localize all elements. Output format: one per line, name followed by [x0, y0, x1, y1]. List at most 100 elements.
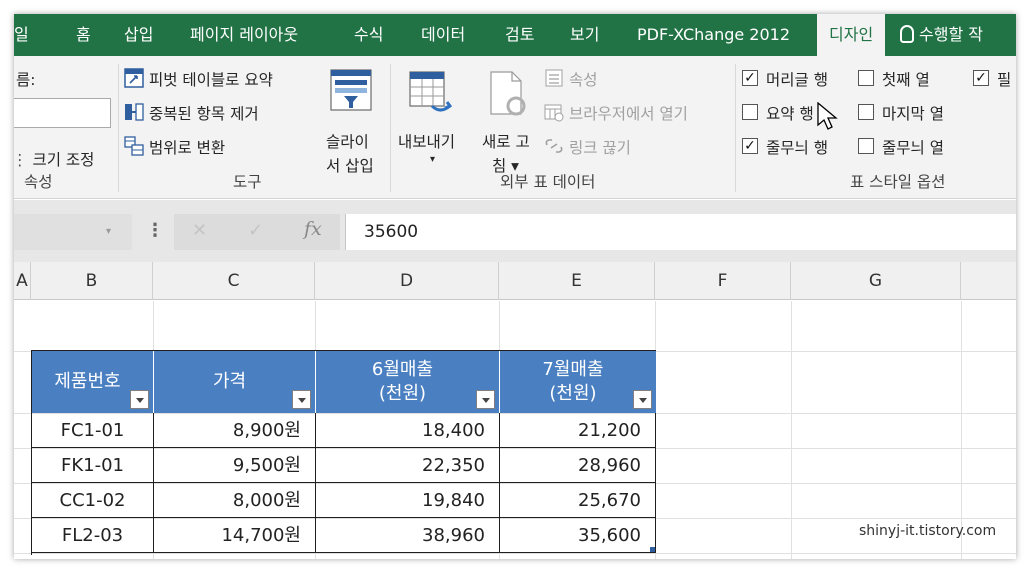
table-name-label: 름: [16, 71, 36, 89]
table-cell[interactable]: FK1-01 [32, 448, 154, 483]
table-header-july-sales[interactable]: 7월매출 (천원) [500, 351, 656, 413]
style-options-group-label: 표 스타일 옵션 [850, 173, 946, 191]
column-header-a[interactable]: A [14, 262, 31, 300]
name-box[interactable]: ▾ [14, 214, 132, 250]
group-divider [118, 64, 119, 192]
table-cell[interactable]: 22,350 [316, 448, 500, 483]
column-header-c[interactable]: C [153, 262, 315, 300]
table-header-price-label: 가격 [212, 371, 247, 392]
filter-dropdown-icon[interactable] [130, 390, 149, 409]
table-cell[interactable]: 28,960 [500, 448, 656, 483]
banded-columns-label: 줄무늬 열 [882, 139, 944, 157]
formula-bar-area: ▾ ⋮ ✕ ✓ fx 35600 [14, 200, 1016, 262]
column-header-d[interactable]: D [315, 262, 499, 300]
resize-table-label: 크기 조정 [32, 151, 95, 169]
filter-button-label: 필 [997, 71, 1012, 89]
unlink-button[interactable]: 링크 끊기 [544, 136, 631, 158]
first-column-checkbox[interactable] [858, 70, 874, 86]
refresh-label-line1: 새로 고 [482, 133, 530, 151]
slicer-label-line2: 서 삽입 [326, 157, 374, 175]
remove-duplicates-icon [125, 103, 144, 121]
insert-function-icon[interactable]: fx [304, 218, 322, 240]
refresh-button[interactable]: 새로 고 침 ▾ [482, 66, 538, 181]
table-header-price[interactable]: 가격 [154, 351, 316, 413]
tab-pdf-xchange[interactable]: PDF-XChange 2012 [637, 14, 790, 56]
table-resize-handle[interactable] [650, 547, 655, 552]
worksheet-grid[interactable]: 제품번호 가격 6월매출 (천원) 7월매출 (천원) FC1-01 8,900… [14, 301, 1016, 559]
header-row-label: 머리글 행 [766, 71, 828, 89]
tab-insert[interactable]: 삽입 [124, 14, 153, 56]
insert-slicer-button[interactable]: 슬라이 서 삽입 [326, 68, 382, 178]
table-properties-label: 속성 [568, 71, 598, 89]
open-in-browser-button[interactable]: 브라우저에서 열기 [544, 102, 688, 124]
summarize-pivot-button[interactable]: 피벗 테이블로 요약 [124, 68, 273, 90]
refresh-icon [490, 71, 526, 116]
properties-icon [545, 69, 563, 87]
table-cell[interactable]: 35,600 [500, 518, 656, 553]
formula-bar-grip-icon[interactable]: ⋮ [146, 220, 164, 241]
summarize-pivot-label: 피벗 테이블로 요약 [148, 71, 273, 89]
unlink-icon [545, 139, 563, 153]
header-row-checkbox[interactable]: ✓ [742, 70, 758, 86]
unlink-label: 링크 끊기 [568, 139, 631, 157]
convert-range-button[interactable]: 범위로 변환 [124, 136, 225, 158]
filter-button-checkbox[interactable]: ✓ [973, 70, 989, 86]
column-header-f[interactable]: F [655, 262, 791, 300]
slicer-label-line1: 슬라이 [326, 133, 369, 151]
last-column-label: 마지막 열 [882, 105, 944, 123]
tab-formulas[interactable]: 수식 [354, 14, 383, 56]
banded-rows-checkbox[interactable]: ✓ [742, 138, 758, 154]
tell-me-search[interactable]: 수행할 작 [900, 14, 983, 56]
table-cell[interactable]: 14,700원 [154, 518, 316, 553]
convert-range-icon [124, 136, 144, 156]
cancel-icon[interactable]: ✕ [192, 220, 207, 241]
table-cell[interactable]: CC1-02 [32, 483, 154, 518]
table-cell[interactable]: 8,900원 [154, 413, 316, 448]
tab-review[interactable]: 검토 [505, 14, 534, 56]
formula-input[interactable]: 35600 [345, 214, 1016, 250]
tab-file[interactable]: 일 [14, 14, 29, 56]
column-header-b[interactable]: B [31, 262, 153, 300]
table-cell[interactable]: 21,200 [500, 413, 656, 448]
banded-columns-checkbox[interactable] [858, 138, 874, 154]
table-header-june-sales[interactable]: 6월매출 (천원) [316, 351, 500, 413]
table-header-july-line1: 7월매출 [542, 359, 604, 380]
tab-data[interactable]: 데이터 [421, 14, 465, 56]
resize-table-button[interactable]: ⋮ 크기 조정 [14, 148, 94, 170]
table-cell[interactable]: 38,960 [316, 518, 500, 553]
table-cell[interactable]: 25,670 [500, 483, 656, 518]
export-label: 내보내기 [398, 133, 456, 151]
table-properties-button[interactable]: 속성 [544, 68, 597, 90]
table-cell[interactable]: 18,400 [316, 413, 500, 448]
filter-dropdown-icon[interactable] [292, 390, 311, 409]
filter-dropdown-icon[interactable] [476, 390, 495, 409]
table-cell[interactable]: FC1-01 [32, 413, 154, 448]
tab-view[interactable]: 보기 [570, 14, 599, 56]
table-header-june-line2: (천원) [378, 383, 427, 404]
open-in-browser-label: 브라우저에서 열기 [568, 105, 688, 123]
table-header-june-sales-label: 6월매출 (천원) [316, 351, 499, 413]
last-column-checkbox[interactable] [858, 104, 874, 120]
tab-design[interactable]: 디자인 [817, 14, 886, 56]
tab-home[interactable]: 홈 [76, 14, 91, 56]
filter-dropdown-icon[interactable] [633, 390, 652, 409]
export-button[interactable]: 내보내기 ▾ [398, 66, 478, 181]
table-cell[interactable]: 19,840 [316, 483, 500, 518]
total-row-checkbox[interactable] [742, 104, 758, 120]
table-cell[interactable]: 8,000원 [154, 483, 316, 518]
enter-check-icon[interactable]: ✓ [248, 220, 263, 241]
column-header-g[interactable]: G [791, 262, 961, 300]
column-header-e[interactable]: E [499, 262, 655, 300]
group-divider [390, 64, 391, 192]
banded-rows-label: 줄무늬 행 [766, 139, 828, 157]
name-box-dropdown-icon[interactable]: ▾ [106, 226, 111, 237]
table-cell[interactable]: 9,500원 [154, 448, 316, 483]
convert-range-label: 범위로 변환 [148, 139, 226, 157]
table-cell[interactable]: FL2-03 [32, 518, 154, 553]
table-name-input[interactable] [14, 98, 111, 128]
remove-duplicates-button[interactable]: 중복된 항목 제거 [124, 102, 259, 124]
total-row-label: 요약 행 [766, 105, 814, 123]
table-header-product[interactable]: 제품번호 [32, 351, 154, 413]
gridline [791, 301, 792, 559]
tab-page-layout[interactable]: 페이지 레이아웃 [190, 14, 298, 56]
